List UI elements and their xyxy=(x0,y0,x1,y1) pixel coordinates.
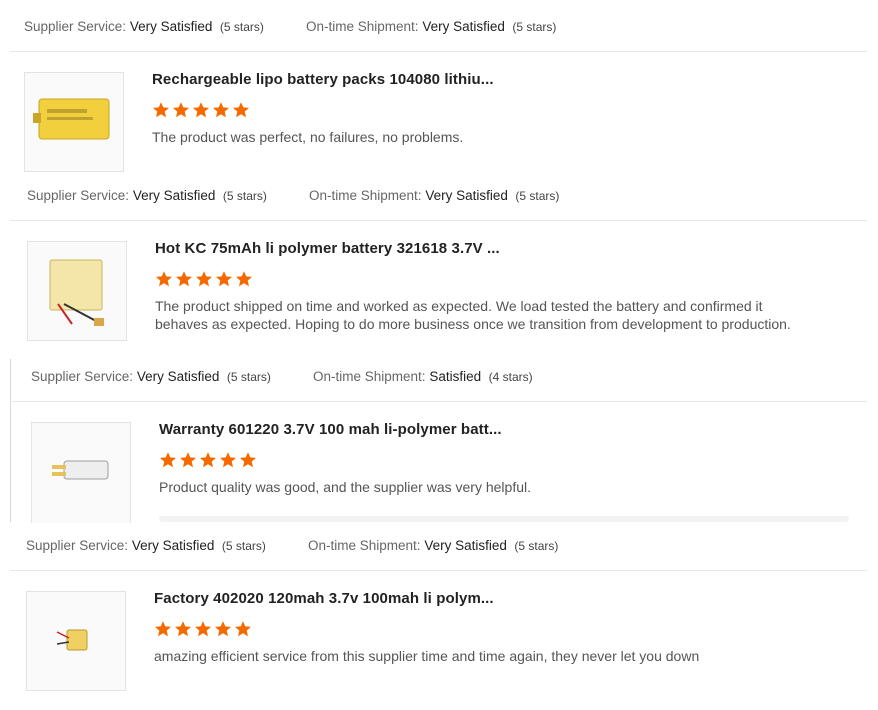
rating-line: Supplier Service: Very Satisfied (5 star… xyxy=(27,188,559,203)
star-icon xyxy=(216,271,232,287)
product-title[interactable]: Hot KC 75mAh li polymer battery 321618 3… xyxy=(155,240,500,257)
star-icon xyxy=(155,621,171,637)
supplier-service-stars: (5 stars) xyxy=(221,539,266,553)
on-time-shipment: On-time Shipment: Very Satisfied (5 star… xyxy=(309,188,559,203)
divider xyxy=(10,401,867,402)
star-icon xyxy=(215,621,231,637)
divider xyxy=(10,220,867,221)
supplier-service-label: Supplier Service: xyxy=(24,19,127,34)
review-text: Product quality was good, and the suppli… xyxy=(159,479,531,495)
star-icon xyxy=(173,102,189,118)
rating-line: Supplier Service: Very Satisfied (5 star… xyxy=(24,19,556,34)
product-thumbnail[interactable] xyxy=(26,591,126,691)
star-icon xyxy=(175,621,191,637)
on-time-shipment-stars: (5 stars) xyxy=(512,20,557,34)
on-time-shipment-stars: (5 stars) xyxy=(514,539,559,553)
supplier-service-stars: (5 stars) xyxy=(226,370,271,384)
horizontal-scrollbar[interactable] xyxy=(159,516,849,522)
star-icon xyxy=(236,271,252,287)
star-icon xyxy=(220,452,236,468)
star-rating xyxy=(155,270,253,288)
product-title[interactable]: Rechargeable lipo battery packs 104080 l… xyxy=(152,71,494,88)
supplier-service-stars: (5 stars) xyxy=(219,20,264,34)
divider xyxy=(10,51,867,52)
on-time-shipment-value: Very Satisfied xyxy=(422,19,505,34)
on-time-shipment-label: On-time Shipment: xyxy=(308,538,421,553)
product-thumbnail[interactable] xyxy=(27,241,127,341)
review-text: The product shipped on time and worked a… xyxy=(155,298,791,332)
star-rating xyxy=(159,451,257,469)
star-icon xyxy=(193,102,209,118)
rating-line: Supplier Service: Very Satisfied (5 star… xyxy=(31,369,533,384)
on-time-shipment-label: On-time Shipment: xyxy=(309,188,422,203)
on-time-shipment-value: Very Satisfied xyxy=(425,188,508,203)
on-time-shipment-stars: (4 stars) xyxy=(488,370,533,384)
star-rating xyxy=(154,620,252,638)
star-icon xyxy=(233,102,249,118)
star-icon xyxy=(213,102,229,118)
star-icon xyxy=(196,271,212,287)
star-rating xyxy=(152,101,250,119)
star-icon xyxy=(180,452,196,468)
on-time-shipment-value: Satisfied xyxy=(429,369,482,384)
review-text: amazing efficient service from this supp… xyxy=(154,648,700,664)
supplier-service-value: Very Satisfied xyxy=(136,369,220,384)
star-icon xyxy=(160,452,176,468)
on-time-shipment-value: Very Satisfied xyxy=(424,538,507,553)
star-icon xyxy=(156,271,172,287)
product-thumbnail[interactable] xyxy=(31,422,131,523)
star-icon xyxy=(176,271,192,287)
product-thumbnail[interactable] xyxy=(24,72,124,172)
on-time-shipment: On-time Shipment: Very Satisfied (5 star… xyxy=(308,538,558,553)
star-icon xyxy=(195,621,211,637)
star-icon xyxy=(240,452,256,468)
rating-line: Supplier Service: Very Satisfied (5 star… xyxy=(26,538,558,553)
star-icon xyxy=(153,102,169,118)
on-time-shipment: On-time Shipment: Very Satisfied (5 star… xyxy=(306,19,556,34)
review-text: The product was perfect, no failures, no… xyxy=(152,129,464,145)
supplier-service-label: Supplier Service: xyxy=(31,369,134,384)
supplier-service-label: Supplier Service: xyxy=(26,538,129,553)
left-border xyxy=(10,359,11,522)
star-icon xyxy=(200,452,216,468)
supplier-service-value: Very Satisfied xyxy=(129,19,213,34)
on-time-shipment-label: On-time Shipment: xyxy=(306,19,419,34)
supplier-service-value: Very Satisfied xyxy=(131,538,215,553)
on-time-shipment: On-time Shipment: Satisfied (4 stars) xyxy=(313,369,533,384)
on-time-shipment-label: On-time Shipment: xyxy=(313,369,426,384)
on-time-shipment-stars: (5 stars) xyxy=(515,189,560,203)
supplier-service-label: Supplier Service: xyxy=(27,188,130,203)
product-title[interactable]: Factory 402020 120mah 3.7v 100mah li pol… xyxy=(154,590,494,607)
divider xyxy=(10,570,867,571)
product-title[interactable]: Warranty 601220 3.7V 100 mah li-polymer … xyxy=(159,421,502,438)
supplier-service-value: Very Satisfied xyxy=(132,188,216,203)
star-icon xyxy=(235,621,251,637)
supplier-service-stars: (5 stars) xyxy=(222,189,267,203)
